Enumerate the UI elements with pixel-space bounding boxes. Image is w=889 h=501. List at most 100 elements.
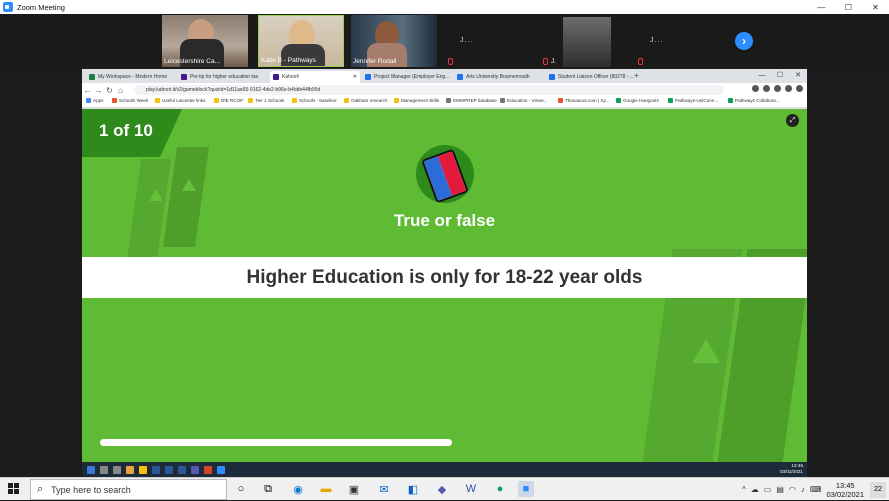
- start-button[interactable]: [8, 483, 19, 494]
- question-type-label: True or false: [393, 211, 496, 230]
- question-counter: 1 of 10: [99, 121, 153, 140]
- shared-screen-clock: 13:45 03/02/2021: [780, 463, 803, 475]
- extension-icon[interactable]: [763, 85, 770, 92]
- outlook-icon[interactable]: ◧: [405, 481, 421, 497]
- star-icon[interactable]: [752, 85, 759, 92]
- taskbar-search-box[interactable]: ⌕ Type here to search: [30, 479, 227, 500]
- browser-tab[interactable]: My Workspace - Modern Home: [86, 71, 176, 83]
- home-icon[interactable]: ⌂: [115, 86, 126, 95]
- task-view-icon[interactable]: ⧉: [260, 481, 276, 497]
- tab-label: My Workspace - Modern Home: [98, 74, 168, 80]
- bookmark-label: Pathways-UniConn...: [675, 98, 719, 103]
- bookmark-item[interactable]: Schools Week: [112, 98, 148, 103]
- browser-tab[interactable]: Pre tip for higher education tas: [178, 71, 268, 83]
- bookmark-label: Pathways Collabora...: [735, 98, 780, 103]
- teams-icon[interactable]: ◆: [434, 481, 450, 497]
- browser-tab-active[interactable]: Kahoot! ✕: [270, 71, 360, 83]
- bookmark-icon: [728, 98, 733, 103]
- menu-icon[interactable]: [796, 85, 803, 92]
- bookmark-item[interactable]: Pathways-UniConn...: [668, 98, 718, 103]
- bookmark-item[interactable]: Useful Leicester links: [155, 98, 205, 103]
- participant-name: Katie B - Pathways: [261, 57, 316, 64]
- minimize-button[interactable]: —: [808, 0, 835, 14]
- cortana-icon[interactable]: ○: [233, 481, 249, 497]
- bookmark-item[interactable]: Google Hangouts: [616, 98, 659, 103]
- question-text: Higher Education is only for 18-22 year …: [246, 266, 643, 288]
- reload-icon[interactable]: ↻: [104, 86, 115, 95]
- wifi-icon[interactable]: ◠: [789, 485, 796, 494]
- participant-name: J.: [551, 58, 557, 65]
- forward-icon[interactable]: →: [93, 86, 104, 95]
- bookmark-item[interactable]: Tier 1 Schools: [248, 98, 284, 103]
- volume-icon[interactable]: ♪: [801, 485, 805, 494]
- folder-icon: [248, 98, 253, 103]
- new-tab-button[interactable]: +: [634, 71, 639, 80]
- close-tab-icon[interactable]: ✕: [353, 74, 357, 80]
- bookmark-item[interactable]: EMWPREP database: [446, 98, 497, 103]
- taskbar-clock[interactable]: 13:45 03/02/2021: [826, 481, 864, 499]
- browser-tab[interactable]: Arts University Bournemouth: [454, 71, 544, 83]
- close-button[interactable]: ✕: [862, 0, 889, 14]
- mail-icon[interactable]: ✉: [376, 481, 392, 497]
- tab-label: Student Liaison Officer (80278 - ...: [558, 74, 635, 80]
- tab-favicon: [181, 74, 187, 80]
- address-bar[interactable]: play.kahoot.it/v2/gameblock?quizId=1d11a…: [134, 85, 724, 95]
- chrome-icon: [126, 465, 134, 474]
- participant-name: Jennifer Rodall: [353, 58, 397, 65]
- zoom-title-bar: Zoom Meeting — ☐ ✕: [0, 0, 889, 14]
- bookmark-label: Schools - baseline: [299, 98, 337, 103]
- muted-mic-icon: [638, 58, 643, 65]
- onedrive-icon[interactable]: ☁: [751, 485, 759, 494]
- browser-close-icon[interactable]: ✕: [789, 69, 807, 81]
- participant-tile[interactable]: J...: [636, 15, 722, 67]
- browser-minimize-icon[interactable]: —: [753, 69, 771, 81]
- store-icon[interactable]: ▣: [346, 481, 362, 497]
- chevron-up-icon[interactable]: ^: [742, 485, 746, 494]
- bookmark-item[interactable]: DfE RCOP: [214, 98, 243, 103]
- language-icon[interactable]: ⌨: [810, 485, 822, 494]
- display-icon[interactable]: ▭: [764, 485, 772, 494]
- back-icon[interactable]: ←: [82, 86, 93, 95]
- puzzle-icon[interactable]: [774, 85, 781, 92]
- bookmark-label: Google Hangouts: [623, 98, 659, 103]
- bookmark-icon: [500, 98, 505, 103]
- bookmark-item[interactable]: Oakham research: [344, 98, 388, 103]
- fullscreen-icon[interactable]: ⤢: [786, 114, 799, 127]
- edge-icon[interactable]: ◉: [290, 481, 306, 497]
- bookmark-item[interactable]: Schools - baseline: [292, 98, 337, 103]
- browser-toolbar: ← → ↻ ⌂ play.kahoot.it/v2/gameblock?quiz…: [82, 83, 807, 97]
- bookmark-item[interactable]: Pathways Collabora...: [728, 98, 780, 103]
- zoom-icon[interactable]: ■: [518, 481, 534, 497]
- participant-tile[interactable]: Leicestershire Ca...: [162, 15, 248, 67]
- maximize-button[interactable]: ☐: [835, 0, 862, 14]
- tab-label: Kahoot!: [282, 74, 300, 80]
- word-icon[interactable]: W: [463, 481, 479, 497]
- profile-icon[interactable]: [785, 85, 792, 92]
- participant-tile-active[interactable]: Katie B - Pathways: [258, 15, 344, 67]
- participant-tile[interactable]: Jennifer Rodall: [351, 15, 437, 67]
- next-page-button[interactable]: ›: [735, 32, 753, 50]
- url-text: play.kahoot.it/v2/gameblock?quizId=1d11a…: [146, 87, 321, 93]
- hangouts-icon[interactable]: ●: [492, 481, 508, 497]
- bookmark-item[interactable]: Thesaurus.com | Sy...: [558, 98, 609, 103]
- bookmark-item[interactable]: Management skills: [394, 98, 439, 103]
- notifications-button[interactable]: 22: [870, 481, 886, 498]
- search-placeholder: Type here to search: [51, 484, 131, 495]
- windows-taskbar: ⌕ Type here to search ○ ⧉ ◉ ▬ ▣ ✉ ◧ ◆ W …: [0, 477, 889, 500]
- bookmark-label: Apps: [93, 98, 104, 103]
- bookmark-item[interactable]: Apps: [86, 98, 103, 103]
- muted-mic-icon: [448, 58, 453, 65]
- folder-icon: [292, 98, 297, 103]
- browser-tab[interactable]: Project Manager (Employer Eng...: [362, 71, 452, 83]
- participant-tile[interactable]: J...: [446, 15, 532, 67]
- bookmark-label: Thesaurus.com | Sy...: [565, 98, 610, 103]
- bookmark-item[interactable]: Education - Views...: [500, 98, 548, 103]
- participant-tile[interactable]: J.: [541, 15, 627, 67]
- network-icon[interactable]: ▤: [776, 485, 784, 494]
- file-explorer-icon[interactable]: ▬: [318, 481, 334, 497]
- browser-maximize-icon[interactable]: ☐: [771, 69, 789, 81]
- decor-triangle-icon: [692, 339, 720, 363]
- browser-tab[interactable]: Student Liaison Officer (80278 - ...: [546, 71, 636, 83]
- tab-label: Pre tip for higher education tas: [190, 74, 259, 80]
- countdown-progress-bar: [100, 439, 452, 446]
